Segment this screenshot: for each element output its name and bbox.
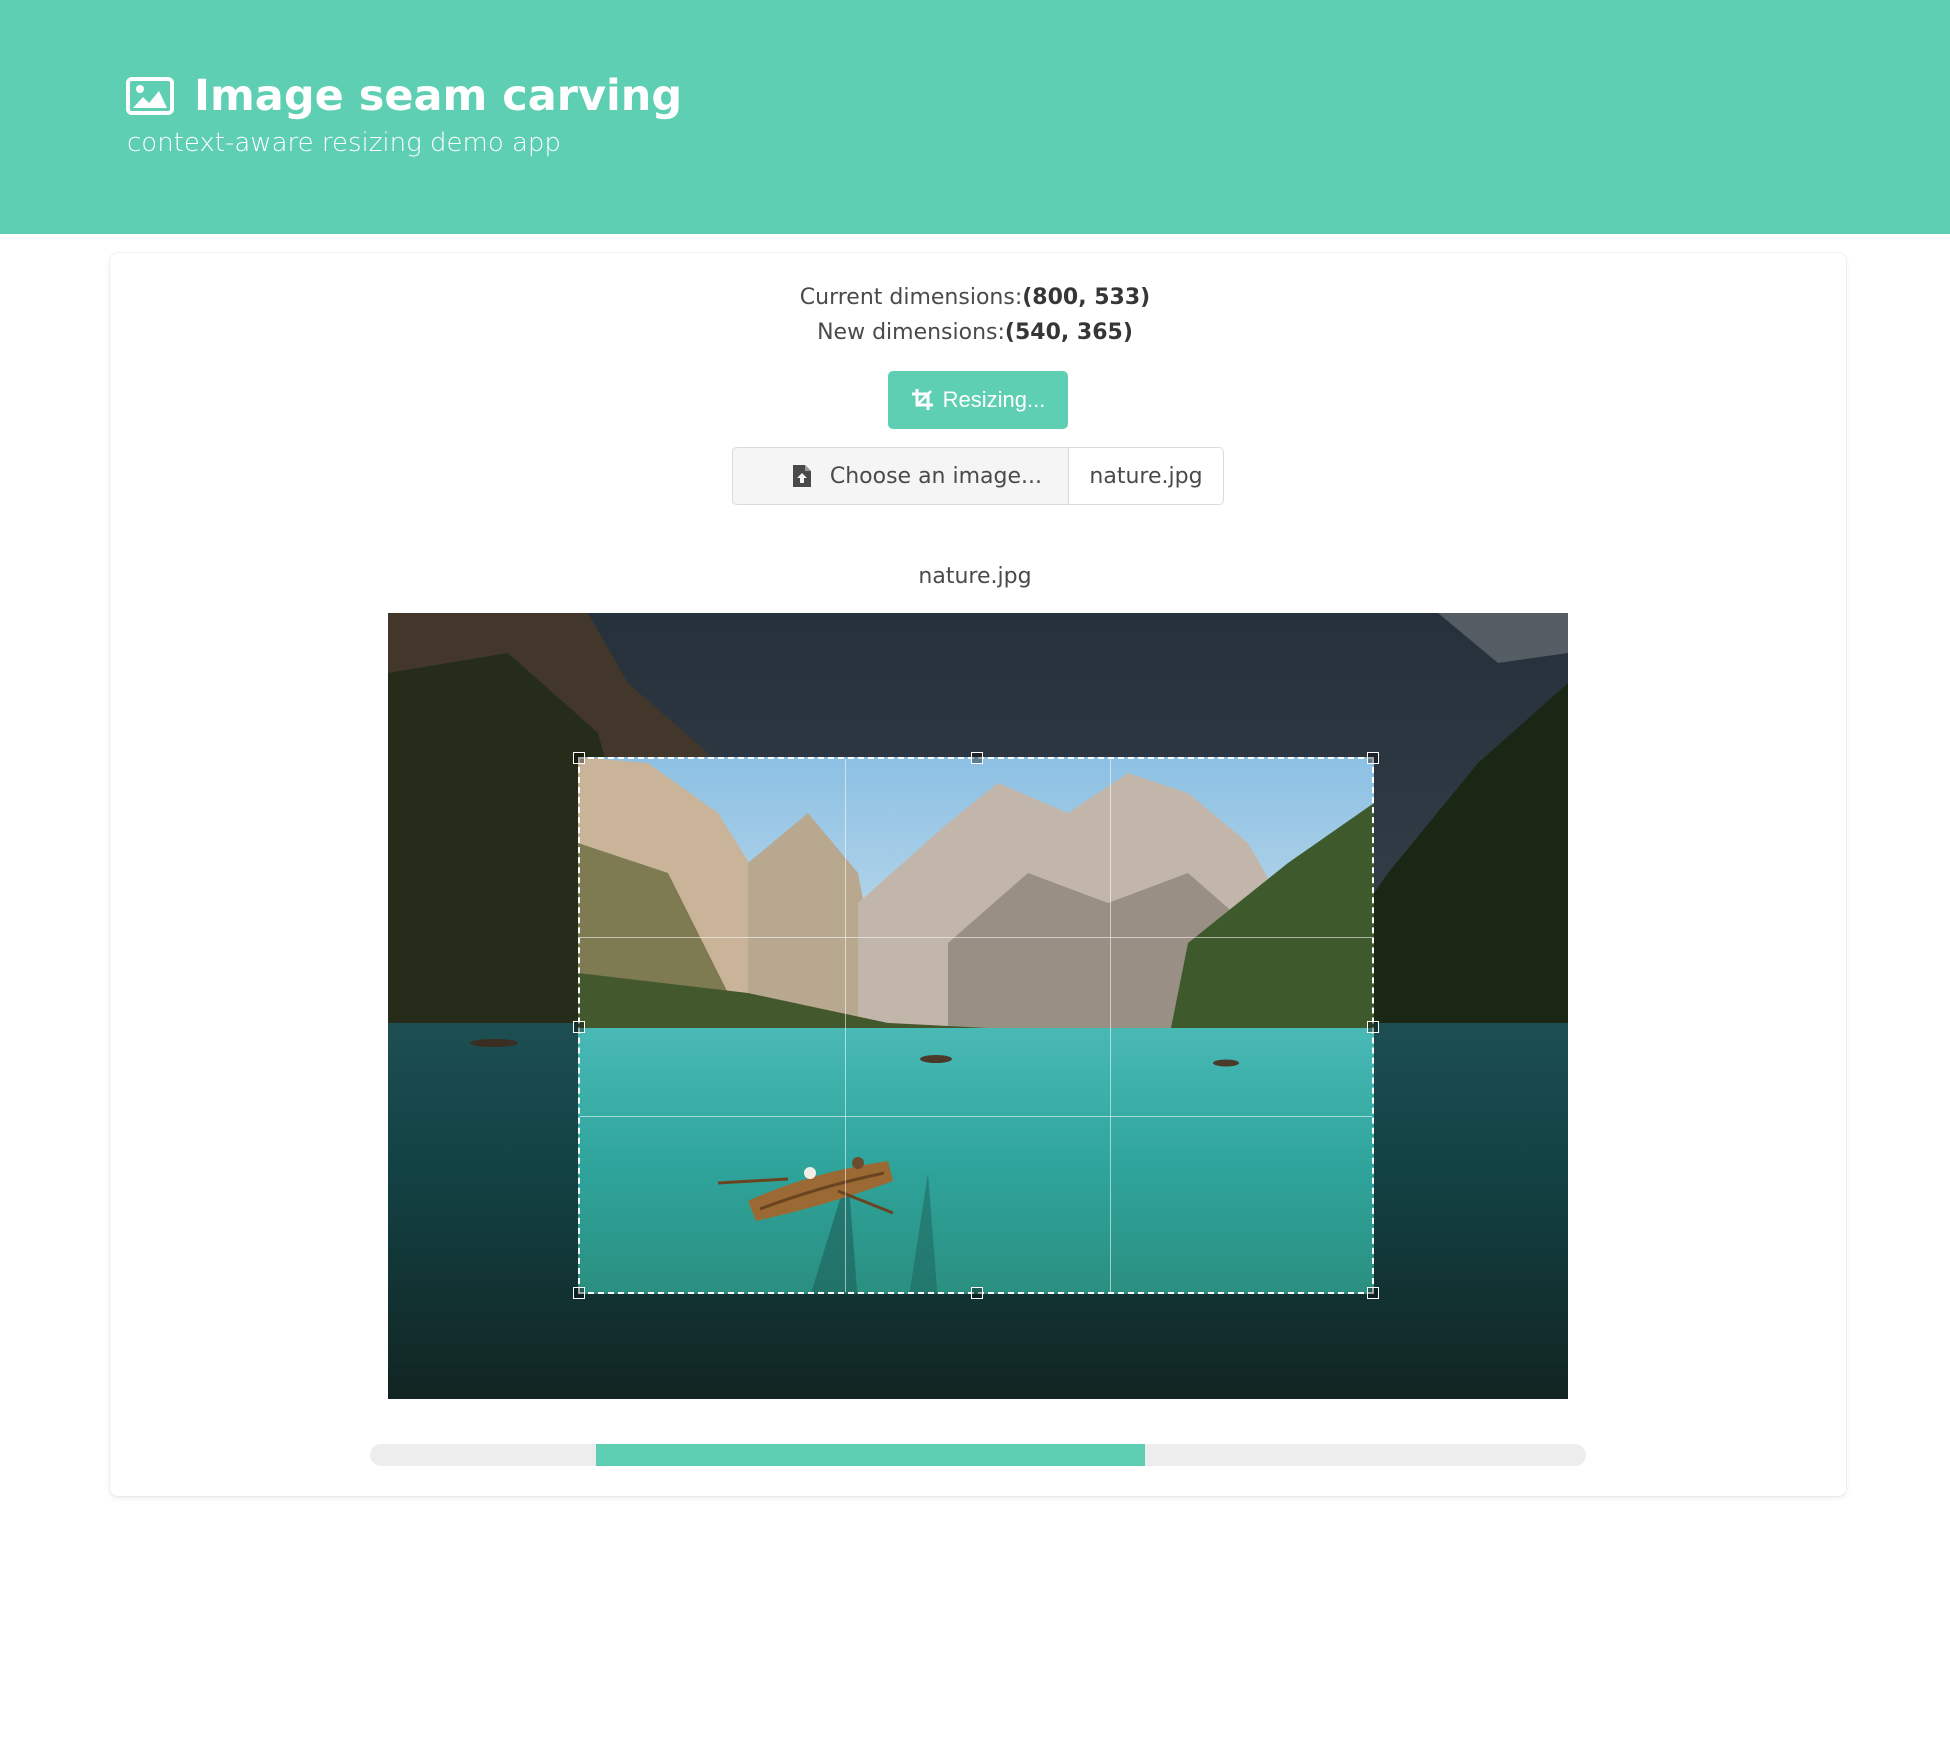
choose-image-label: Choose an image... [829, 463, 1042, 489]
crop-grid-line [580, 937, 1372, 938]
page-subtitle: context-aware resizing demo app [127, 128, 561, 158]
crop-handle-nw[interactable] [573, 752, 585, 764]
crop-icon [911, 389, 933, 410]
image-caption: nature.jpg [918, 564, 1032, 589]
hero-header: Image seam carving context-aware resizin… [0, 0, 1950, 234]
page-title: Image seam carving [194, 71, 683, 121]
hero-title: Image seam carving [126, 66, 682, 126]
crop-box[interactable] [573, 752, 1379, 1299]
new-dimensions-value: (540, 365) [1004, 320, 1133, 345]
resize-button-label: Resizing... [942, 387, 1046, 412]
crop-handle-n[interactable] [971, 752, 983, 764]
crop-grid-line [845, 759, 846, 1292]
current-dimensions: Current dimensions:(800, 533) [0, 285, 1950, 310]
crop-handle-e[interactable] [1367, 1021, 1379, 1033]
crop-grid-line [1110, 759, 1111, 1292]
crop-grid-line [580, 1116, 1372, 1117]
crop-handle-sw[interactable] [573, 1287, 585, 1299]
choose-image-button[interactable]: Choose an image... [733, 448, 1069, 504]
file-upload-icon [792, 465, 811, 487]
selected-file-name: nature.jpg [1069, 448, 1223, 504]
resize-button[interactable]: Resizing... [888, 371, 1068, 429]
new-dimensions: New dimensions:(540, 365) [0, 320, 1950, 345]
progress-bar [370, 1444, 1586, 1466]
crop-handle-w[interactable] [573, 1021, 585, 1033]
progress-bar-fill [596, 1444, 1145, 1466]
crop-handle-ne[interactable] [1367, 752, 1379, 764]
new-dimensions-label: New dimensions: [817, 320, 1005, 345]
crop-handle-s[interactable] [971, 1287, 983, 1299]
image-preview [388, 613, 1568, 1399]
current-dimensions-value: (800, 533) [1022, 285, 1151, 310]
current-dimensions-label: Current dimensions: [799, 285, 1023, 310]
image-icon [126, 77, 174, 115]
file-input[interactable]: Choose an image... nature.jpg [732, 447, 1224, 505]
crop-handle-se[interactable] [1367, 1287, 1379, 1299]
